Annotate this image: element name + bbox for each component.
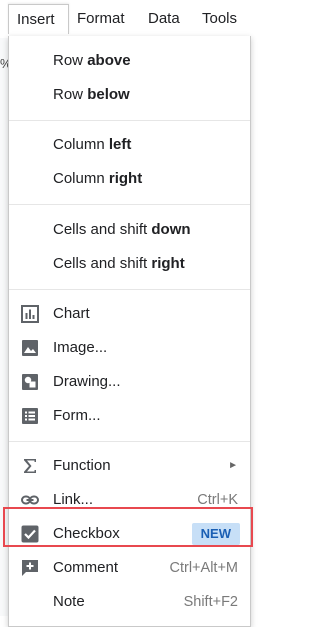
comment-label: Comment: [53, 559, 119, 576]
new-badge: NEW: [191, 523, 240, 545]
chart-label: Chart: [53, 305, 90, 322]
form-icon: [21, 407, 39, 425]
menu-item-cells-shift-down[interactable]: Cells and shift down: [9, 213, 250, 247]
menu-insert[interactable]: Insert: [8, 4, 69, 34]
link-label: Link...: [53, 491, 94, 508]
menu-item-note[interactable]: Note Shift+F2: [9, 585, 250, 619]
sigma-icon: [21, 457, 39, 475]
menu-item-column-left[interactable]: Column left: [9, 128, 250, 162]
submenu-arrow-icon: ►: [228, 460, 238, 471]
cells-shift-down-label: Cells and shift down: [53, 221, 191, 238]
link-icon: [21, 491, 39, 509]
function-label: Function: [53, 457, 111, 474]
menu-item-link[interactable]: Link... Ctrl+K: [9, 483, 250, 517]
checkbox-label: Checkbox: [53, 525, 120, 542]
add-comment-icon: [21, 559, 39, 577]
menu-item-image[interactable]: Image...: [9, 331, 250, 365]
menu-item-form[interactable]: Form...: [9, 399, 250, 433]
menu-item-drawing[interactable]: Drawing...: [9, 365, 250, 399]
drawing-icon: [21, 373, 39, 391]
separator: [9, 441, 250, 442]
checkbox-icon: [21, 525, 39, 543]
column-right-label: Column right: [53, 170, 143, 187]
menu-item-chart[interactable]: Chart: [9, 297, 250, 331]
image-label: Image...: [53, 339, 108, 356]
link-shortcut: Ctrl+K: [197, 492, 238, 508]
comment-shortcut: Ctrl+Alt+M: [169, 560, 239, 576]
form-label: Form...: [53, 407, 101, 424]
insert-dropdown-menu: Row above Row below Column left Column r…: [3, 36, 253, 627]
menu-item-row-below[interactable]: Row below: [9, 78, 250, 112]
menu-item-comment[interactable]: Comment Ctrl+Alt+M: [9, 551, 250, 585]
note-shortcut: Shift+F2: [183, 594, 238, 610]
separator: [9, 204, 250, 205]
menu-item-checkbox[interactable]: Checkbox NEW: [9, 517, 250, 551]
cells-shift-right-label: Cells and shift right: [53, 255, 185, 272]
row-below-label: Row below: [53, 86, 130, 103]
menu-tools[interactable]: Tools: [194, 4, 254, 34]
image-icon: [21, 339, 39, 357]
menu-data[interactable]: Data: [140, 4, 192, 34]
menu-format[interactable]: Format: [69, 4, 139, 34]
separator: [9, 120, 250, 121]
drawing-label: Drawing...: [53, 373, 121, 390]
note-label: Note: [53, 593, 85, 610]
separator: [9, 289, 250, 290]
menu-item-row-above[interactable]: Row above: [9, 44, 250, 78]
column-left-label: Column left: [53, 136, 132, 153]
menubar: Insert Format Data Tools: [0, 0, 254, 38]
menu-item-function[interactable]: Function ►: [9, 449, 250, 483]
menu-item-cells-shift-right[interactable]: Cells and shift right: [9, 247, 250, 281]
menu-item-column-right[interactable]: Column right: [9, 162, 250, 196]
row-above-label: Row above: [53, 52, 131, 69]
chart-icon: [21, 305, 39, 323]
